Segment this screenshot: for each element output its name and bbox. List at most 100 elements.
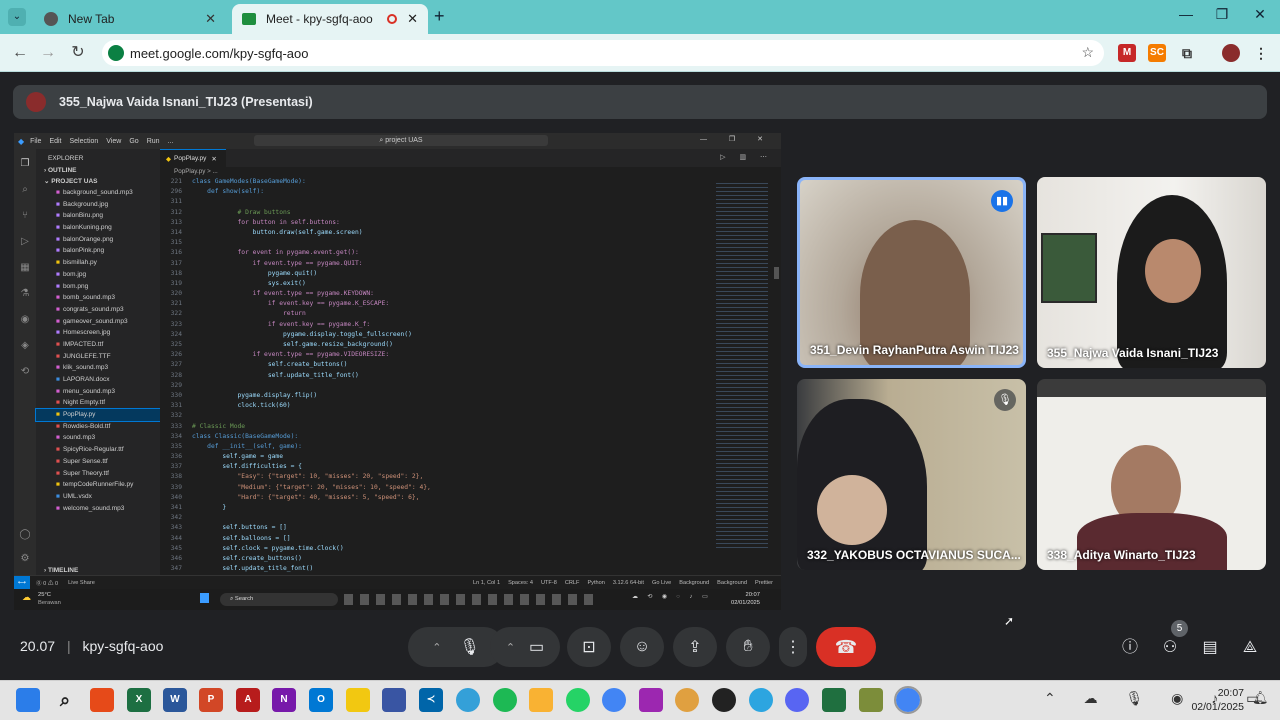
close-editor-icon[interactable]: ✕ [211,155,216,163]
vscode-menu-item[interactable]: Go [129,138,138,145]
close-tab-icon[interactable]: ✕ [205,11,216,27]
more-options-button[interactable]: ⋮ [779,627,807,667]
app-icon-2[interactable] [346,688,370,712]
project-section[interactable]: ⌄ PROJECT UAS [36,175,160,187]
participant-tile-4[interactable]: 338_Aditya Winarto_TIJ23 [1037,379,1266,570]
remote-indicator[interactable]: ⟷ [14,575,31,590]
raise-hand-button[interactable]: ✋︎ [726,627,770,667]
leave-call-button[interactable]: ☎ [816,627,876,667]
extensions-icon[interactable]: ▦ [14,255,36,281]
vscode-icon[interactable]: ≺ [419,688,443,712]
app-icon-7[interactable] [859,688,883,712]
participant-tile-1[interactable]: ▮▮ 351_Devin RayhanPutra Aswin TIJ23 [797,177,1026,368]
line-ending[interactable]: CRLF [565,580,580,586]
vscode-menu-item[interactable]: Run [147,138,160,145]
file-item[interactable]: ■ menu_sound.mp3 [36,386,160,398]
file-item[interactable]: ■ IMPACTED.ttf [36,339,160,351]
editor-tab-popplay[interactable]: ◆ PopPlay.py ✕ [160,149,226,167]
file-item[interactable]: ■ tempCodeRunnerFile.py [36,479,160,491]
command-center-search[interactable]: ⌕ project UAS [254,135,548,146]
access-icon[interactable]: A [236,688,260,712]
spotify-icon[interactable] [493,688,517,712]
file-item[interactable]: ■ welcome_sound.mp3 [36,503,160,515]
vscode-menu-item[interactable]: Selection [70,138,99,145]
encoding[interactable]: UTF-8 [541,580,557,586]
menu-kebab-icon[interactable]: ⋮ [1252,44,1270,62]
file-item[interactable]: ■ klik_sound.mp3 [36,362,160,374]
excel-icon[interactable]: X [127,688,151,712]
reload-icon[interactable]: ↻ [66,42,90,64]
language-mode[interactable]: Python [587,580,604,586]
back-icon[interactable]: ← [8,42,32,64]
indentation[interactable]: Spaces: 4 [508,580,533,586]
participant-tile-3[interactable]: 🎙︎ 332_YAKOBUS OCTAVIANUS SUCA... [797,379,1026,570]
file-item[interactable]: ■ balonOrange.png [36,234,160,246]
problems-count[interactable]: ⓪ 0 ⚠ 0 [36,579,58,587]
file-item[interactable]: ■ congrats_sound.mp3 [36,304,160,316]
file-item[interactable]: ■ Super Sense.ttf [36,456,160,468]
background-status-2[interactable]: Background [717,580,747,586]
outline-section[interactable]: › OUTLINE [36,163,160,175]
minimap[interactable] [716,181,768,551]
profile-avatar[interactable] [1222,44,1240,62]
file-item[interactable]: ■ UML.vsdx [36,491,160,503]
powerpoint-icon[interactable]: P [199,688,223,712]
close-window-icon[interactable]: ✕ [1242,6,1278,23]
snipping-tool-icon[interactable] [639,688,663,712]
file-item[interactable]: ■ bom.png [36,281,160,293]
people-icon[interactable]: ⚇ [1158,636,1182,660]
visio-icon[interactable] [382,688,406,712]
microphone-icon[interactable]: 🎙︎ [459,637,479,657]
file-item[interactable]: ■ PopPlay.py [35,408,161,422]
outlook-icon[interactable]: O [309,688,333,712]
audio-settings-chevron-icon[interactable]: ⌃ [432,641,441,654]
file-item[interactable]: ■ background_sound.mp3 [36,187,160,199]
code-editor[interactable]: PopPlay.py > ... 221 class GameModes(Base… [160,167,781,575]
windows-start-icon[interactable] [16,688,40,712]
file-item[interactable]: ■ LAPORAN.docx [36,374,160,386]
tab-meet[interactable]: Meet - kpy-sgfq-aoo ✕ [232,4,428,34]
extensions-puzzle-icon[interactable]: ⧉ [1178,44,1196,62]
vscode-menu-item[interactable]: Edit [49,138,61,145]
vscode-window-controls[interactable]: — ❐ ✕ [700,135,773,143]
video-settings-chevron-icon[interactable]: ⌃ [506,641,515,654]
activities-icon[interactable]: ⟁ [1238,636,1262,660]
tab-search-icon[interactable]: ⌄ [8,8,26,26]
source-control-icon[interactable]: ⑂ [14,203,36,229]
editor-scrollbar[interactable] [774,267,779,279]
file-item[interactable]: ■ bismillah.py [36,257,160,269]
app-icon-6[interactable] [822,688,846,712]
app-icon-3[interactable] [456,688,480,712]
file-item[interactable]: ■ sound.mp3 [36,432,160,444]
captions-button[interactable]: ⊡ [567,627,611,667]
extension-sc-icon[interactable]: SC [1148,44,1166,62]
vscode-menu-item[interactable]: View [106,138,121,145]
file-item[interactable]: ■ Night Empty.ttf [36,397,160,409]
chrome-active-icon[interactable] [894,686,922,714]
manage-gear-icon[interactable]: ⚙ [14,553,36,564]
timeline-section[interactable]: › TIMELINE [44,567,78,574]
restore-icon[interactable]: ❐ [1204,6,1240,23]
file-item[interactable]: ■ Rowdies-Bold.ttf [36,421,160,433]
account-icon[interactable]: ◯ [14,529,36,540]
python-icon[interactable]: ◈ [14,333,36,359]
notifications-icon[interactable]: 🔔︎ [1252,690,1269,706]
prettier-status[interactable]: Prettier [755,580,773,586]
explorer-icon[interactable]: ❐ [14,151,36,177]
system-tray[interactable]: ☁ ⟲ ◉ ◌ ♪ ▭ [632,594,712,600]
extension-m-icon[interactable]: M [1118,44,1136,62]
search-icon[interactable]: ⌕ [14,177,36,203]
file-item[interactable]: ■ balonBiru.png [36,210,160,222]
background-status[interactable]: Background [679,580,709,586]
start-icon[interactable] [200,593,209,603]
run-debug-icon[interactable]: ▷ [14,229,36,255]
file-item[interactable]: ■ Homescreen.jpg [36,327,160,339]
pinned-apps[interactable] [344,594,594,605]
telegram-icon[interactable] [749,688,773,712]
file-item[interactable]: ■ bomb_sound.mp3 [36,292,160,304]
cursor-position[interactable]: Ln 1, Col 1 [473,580,500,586]
site-info-icon[interactable] [108,45,124,61]
copilot-icon[interactable]: ◉ [14,307,36,333]
present-button[interactable]: ⇪ [673,627,717,667]
minimize-icon[interactable]: — [1168,6,1204,22]
